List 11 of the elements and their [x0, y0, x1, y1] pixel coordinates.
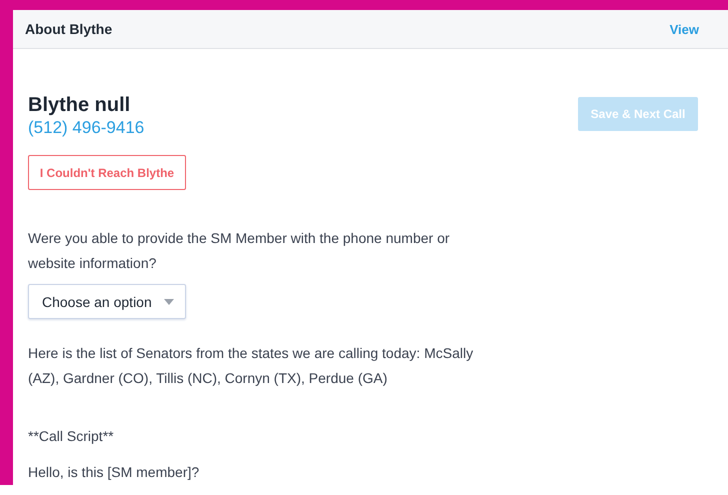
- contact-name: Blythe null: [28, 94, 132, 116]
- script-paragraph: Hello, is this [SM member]?: [28, 463, 200, 482]
- view-link[interactable]: View: [670, 22, 699, 36]
- unreachable-button[interactable]: I Couldn't Reach Blythe: [28, 155, 186, 190]
- option-dropdown[interactable]: Choose an option: [28, 284, 186, 319]
- question-text: Were you able to provide the SM Member with the phone number or website information?: [28, 229, 451, 273]
- header-title: About Blythe: [25, 21, 112, 37]
- caret-icon: [164, 298, 174, 304]
- script-paragraph: Here is the list of Senators from the states we are calling today: McSally (AZ), Gardner (CO), Tillis (NC), Cornyn (TX), Perdue (GA): [28, 344, 474, 388]
- phone-link[interactable]: (512) 496-9416: [28, 118, 144, 138]
- script-paragraph: **Call Script**: [28, 427, 115, 446]
